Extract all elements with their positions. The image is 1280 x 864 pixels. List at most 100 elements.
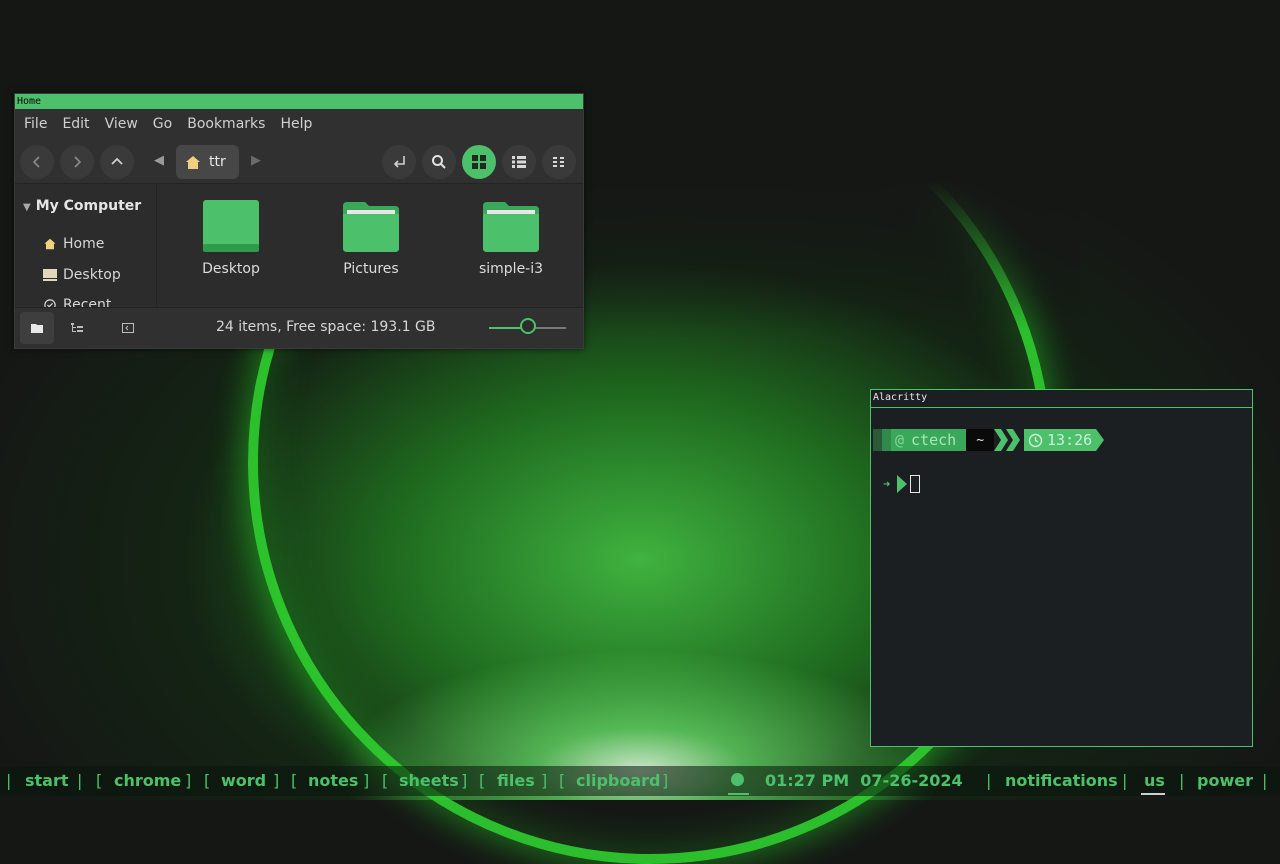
separator: |	[77, 771, 83, 790]
powerline-end-icon	[1096, 429, 1105, 451]
path-left-arrow-icon[interactable]: ◀	[154, 153, 164, 168]
up-button[interactable]	[100, 145, 134, 179]
menu-view[interactable]: View	[105, 116, 138, 132]
zoom-slider-handle[interactable]	[519, 318, 536, 334]
folder-small-icon	[31, 324, 43, 333]
icon-view-button[interactable]	[462, 145, 496, 179]
file-label: simple-i3	[478, 261, 544, 277]
bracket: [	[291, 771, 298, 790]
file-item-simple-i3[interactable]: simple-i3	[461, 200, 561, 277]
menu-go[interactable]: Go	[153, 116, 172, 132]
terminal-window[interactable]: Alacritty @ ctech ~ 13:26 ➜	[870, 389, 1253, 747]
clock-icon	[1028, 433, 1043, 447]
desktop-icon	[43, 269, 57, 281]
keyboard-layout[interactable]: us	[1144, 771, 1165, 790]
workspace-indicator[interactable]	[731, 773, 744, 786]
bracket: ]	[541, 771, 548, 790]
sidebar-item-home[interactable]: Home	[43, 236, 104, 252]
file-manager-window: Home File Edit View Go Bookmarks Help ◀ …	[14, 93, 584, 349]
folder-icon	[483, 200, 539, 252]
bracket: ]	[363, 771, 370, 790]
file-item-pictures[interactable]: Pictures	[321, 200, 421, 277]
menu-help[interactable]: Help	[280, 116, 312, 132]
home-icon	[186, 155, 200, 169]
menu-bar: File Edit View Go Bookmarks Help	[15, 109, 583, 139]
app-files[interactable]: files	[497, 771, 535, 790]
prompt-user: ctech	[911, 431, 957, 449]
file-label: Pictures	[343, 261, 399, 277]
notifications-button[interactable]: notifications	[1005, 771, 1118, 790]
power-button[interactable]: power	[1197, 771, 1253, 790]
prompt-arrow: ➜	[883, 477, 891, 491]
list-view-button[interactable]	[502, 145, 536, 179]
app-notes[interactable]: notes	[308, 771, 358, 790]
prompt-chevron-icon	[897, 475, 908, 493]
prompt-time: 13:26	[1047, 431, 1093, 449]
clock-icon	[44, 299, 56, 307]
sidebar-toggle-icon	[122, 323, 134, 333]
sidebar: ▼ My Computer Home Desktop Recent	[15, 184, 157, 307]
chevron-left-icon	[32, 156, 40, 168]
start-button[interactable]: start	[25, 771, 69, 790]
tree-button[interactable]	[60, 312, 94, 344]
file-label: Desktop	[202, 261, 260, 277]
sidebar-item-recent[interactable]: Recent	[43, 297, 111, 307]
separator: |	[1179, 771, 1185, 790]
prompt-edge	[873, 429, 882, 451]
file-item-desktop[interactable]: Desktop	[181, 200, 281, 277]
forward-button[interactable]	[60, 145, 94, 179]
bracket: [	[559, 771, 566, 790]
window-title: Home	[15, 94, 583, 109]
bracket: ]	[662, 771, 669, 790]
triangle-down-icon: ▼	[23, 202, 31, 213]
prompt-line: @ ctech ~ 13:26	[873, 429, 1105, 451]
desktop-folder-icon	[203, 200, 259, 252]
app-chrome[interactable]: chrome	[114, 771, 181, 790]
bracket: [	[96, 771, 103, 790]
menu-bookmarks[interactable]: Bookmarks	[187, 116, 265, 132]
grid-icon	[472, 155, 486, 169]
search-button[interactable]	[422, 145, 456, 179]
folder-icon	[343, 200, 399, 252]
path-label: ttr	[209, 154, 226, 170]
status-text: 24 items, Free space: 193.1 GB	[216, 319, 436, 335]
sidebar-item-desktop[interactable]: Desktop	[43, 267, 121, 283]
powerline-arrows-icon	[994, 429, 1021, 451]
home-icon	[44, 238, 56, 250]
list-icon	[512, 156, 526, 168]
places-button[interactable]	[20, 312, 54, 344]
prompt-dir-segment: ~	[966, 429, 995, 451]
path-button-home[interactable]: ttr	[176, 145, 239, 179]
toolbar: ◀ ttr ▶	[15, 139, 583, 184]
chevron-up-icon	[111, 157, 123, 165]
separator: |	[1262, 771, 1268, 790]
bracket: [	[204, 771, 211, 790]
app-clipboard[interactable]: clipboard	[576, 771, 661, 790]
app-sheets[interactable]: sheets	[399, 771, 459, 790]
menu-edit[interactable]: Edit	[62, 116, 89, 132]
path-right-arrow-icon[interactable]: ▶	[251, 153, 261, 168]
file-grid: Desktop Pictures simple-i3	[157, 184, 583, 307]
prompt-dir: ~	[976, 432, 985, 448]
open-location-button[interactable]	[382, 145, 416, 179]
file-manager-body: ▼ My Computer Home Desktop Recent Desktop	[15, 184, 583, 307]
prompt-user-segment: @ ctech	[891, 429, 967, 451]
sidebar-section-label: My Computer	[35, 198, 142, 214]
back-button[interactable]	[20, 145, 54, 179]
cursor	[910, 475, 921, 493]
menu-file[interactable]: File	[24, 116, 47, 132]
sidebar-section[interactable]: ▼ My Computer	[23, 198, 141, 214]
return-arrow-icon	[393, 156, 405, 168]
toggle-sidebar-button[interactable]	[111, 312, 145, 344]
app-word[interactable]: word	[221, 771, 266, 790]
input-line[interactable]: ➜	[883, 475, 921, 493]
status-bar: 24 items, Free space: 193.1 GB	[15, 307, 583, 348]
layout-underline	[1141, 793, 1165, 795]
bracket: ]	[185, 771, 192, 790]
bracket: [	[382, 771, 389, 790]
separator: |	[986, 771, 992, 790]
compact-view-button[interactable]	[542, 145, 576, 179]
taskbar: | start | [ chrome ] [ word ] [ notes ] …	[0, 766, 1280, 796]
sidebar-item-label: Recent	[63, 297, 112, 307]
compact-list-icon	[553, 157, 564, 167]
